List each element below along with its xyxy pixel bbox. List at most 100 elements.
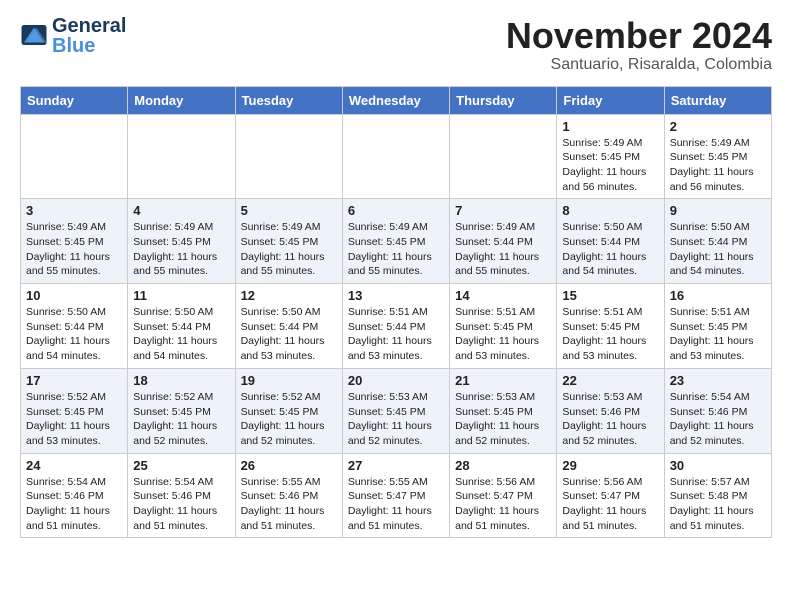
day-info: Sunrise: 5:52 AM Sunset: 5:45 PM Dayligh…: [26, 390, 122, 449]
day-info: Sunrise: 5:53 AM Sunset: 5:45 PM Dayligh…: [455, 390, 551, 449]
day-info: Sunrise: 5:57 AM Sunset: 5:48 PM Dayligh…: [670, 475, 766, 534]
calendar-day-cell: 6 Sunrise: 5:49 AM Sunset: 5:45 PM Daylig…: [342, 199, 449, 284]
calendar-day-cell: 28Sunrise: 5:56 AM Sunset: 5:47 PM Dayli…: [450, 453, 557, 538]
day-info: Sunrise: 5:49 AM Sunset: 5:45 PM Dayligh…: [562, 136, 658, 195]
day-number: 2: [670, 119, 766, 134]
calendar-day-cell: 8 Sunrise: 5:50 AM Sunset: 5:44 PM Daylig…: [557, 199, 664, 284]
calendar-day-cell: 16 Sunrise: 5:51 AM Sunset: 5:45 PM Dayli…: [664, 284, 771, 369]
day-info: Sunrise: 5:51 AM Sunset: 5:44 PM Dayligh…: [348, 305, 444, 364]
calendar-day-cell: 4 Sunrise: 5:49 AM Sunset: 5:45 PM Daylig…: [128, 199, 235, 284]
day-number: 5: [241, 203, 337, 218]
calendar-day-cell: [21, 114, 128, 199]
calendar-day-cell: 19 Sunrise: 5:52 AM Sunset: 5:45 PM Dayli…: [235, 368, 342, 453]
day-info: Sunrise: 5:49 AM Sunset: 5:45 PM Dayligh…: [133, 220, 229, 279]
day-number: 24: [26, 458, 122, 473]
day-info: Sunrise: 5:49 AM Sunset: 5:45 PM Dayligh…: [670, 136, 766, 195]
calendar-day-cell: 12 Sunrise: 5:50 AM Sunset: 5:44 PM Dayli…: [235, 284, 342, 369]
day-number: 14: [455, 288, 551, 303]
day-number: 11: [133, 288, 229, 303]
day-info: Sunrise: 5:55 AM Sunset: 5:46 PM Dayligh…: [241, 475, 337, 534]
calendar-day-cell: 15Sunrise: 5:51 AM Sunset: 5:45 PM Dayli…: [557, 284, 664, 369]
calendar-day-cell: 5 Sunrise: 5:49 AM Sunset: 5:45 PM Daylig…: [235, 199, 342, 284]
calendar-day-cell: 7 Sunrise: 5:49 AM Sunset: 5:44 PM Daylig…: [450, 199, 557, 284]
day-number: 20: [348, 373, 444, 388]
day-info: Sunrise: 5:49 AM Sunset: 5:44 PM Dayligh…: [455, 220, 551, 279]
day-number: 29: [562, 458, 658, 473]
page-subtitle: Santuario, Risaralda, Colombia: [506, 56, 772, 74]
page: General Blue November 2024 Santuario, Ri…: [0, 0, 792, 554]
calendar-day-cell: 26 Sunrise: 5:55 AM Sunset: 5:46 PM Dayli…: [235, 453, 342, 538]
day-info: Sunrise: 5:50 AM Sunset: 5:44 PM Dayligh…: [133, 305, 229, 364]
calendar-day-cell: [235, 114, 342, 199]
calendar-day-cell: 23Sunrise: 5:54 AM Sunset: 5:46 PM Dayli…: [664, 368, 771, 453]
day-number: 18: [133, 373, 229, 388]
logo-blue-text: Blue: [52, 36, 126, 56]
day-info: Sunrise: 5:52 AM Sunset: 5:45 PM Dayligh…: [241, 390, 337, 449]
day-number: 8: [562, 203, 658, 218]
page-title: November 2024: [506, 16, 772, 56]
day-number: 4: [133, 203, 229, 218]
day-number: 23: [670, 373, 766, 388]
day-number: 17: [26, 373, 122, 388]
calendar-day-cell: 25Sunrise: 5:54 AM Sunset: 5:46 PM Dayli…: [128, 453, 235, 538]
day-info: Sunrise: 5:53 AM Sunset: 5:45 PM Dayligh…: [348, 390, 444, 449]
day-number: 15: [562, 288, 658, 303]
calendar-day-cell: 11 Sunrise: 5:50 AM Sunset: 5:44 PM Dayli…: [128, 284, 235, 369]
day-info: Sunrise: 5:50 AM Sunset: 5:44 PM Dayligh…: [241, 305, 337, 364]
logo: General Blue: [20, 16, 126, 56]
calendar-day-cell: [342, 114, 449, 199]
day-info: Sunrise: 5:56 AM Sunset: 5:47 PM Dayligh…: [562, 475, 658, 534]
day-info: Sunrise: 5:49 AM Sunset: 5:45 PM Dayligh…: [348, 220, 444, 279]
calendar-day-cell: 18 Sunrise: 5:52 AM Sunset: 5:45 PM Dayli…: [128, 368, 235, 453]
day-number: 7: [455, 203, 551, 218]
calendar-day-cell: [450, 114, 557, 199]
calendar-day-cell: 3Sunrise: 5:49 AM Sunset: 5:45 PM Daylig…: [21, 199, 128, 284]
calendar-day-cell: 21 Sunrise: 5:53 AM Sunset: 5:45 PM Dayli…: [450, 368, 557, 453]
day-number: 30: [670, 458, 766, 473]
day-info: Sunrise: 5:51 AM Sunset: 5:45 PM Dayligh…: [455, 305, 551, 364]
calendar-day-cell: 13 Sunrise: 5:51 AM Sunset: 5:44 PM Dayli…: [342, 284, 449, 369]
day-number: 16: [670, 288, 766, 303]
header: General Blue November 2024 Santuario, Ri…: [20, 16, 772, 74]
day-number: 3: [26, 203, 122, 218]
calendar-day-cell: 2 Sunrise: 5:49 AM Sunset: 5:45 PM Daylig…: [664, 114, 771, 199]
day-number: 26: [241, 458, 337, 473]
day-number: 6: [348, 203, 444, 218]
title-block: November 2024 Santuario, Risaralda, Colo…: [506, 16, 772, 74]
day-number: 13: [348, 288, 444, 303]
calendar-week-row: 17 Sunrise: 5:52 AM Sunset: 5:45 PM Dayli…: [21, 368, 772, 453]
calendar-day-cell: 22 Sunrise: 5:53 AM Sunset: 5:46 PM Dayli…: [557, 368, 664, 453]
day-number: 9: [670, 203, 766, 218]
calendar-week-row: 10 Sunrise: 5:50 AM Sunset: 5:44 PM Dayli…: [21, 284, 772, 369]
day-info: Sunrise: 5:49 AM Sunset: 5:45 PM Dayligh…: [241, 220, 337, 279]
calendar-week-row: 24Sunrise: 5:54 AM Sunset: 5:46 PM Dayli…: [21, 453, 772, 538]
calendar-col-header: Thursday: [450, 86, 557, 114]
day-info: Sunrise: 5:52 AM Sunset: 5:45 PM Dayligh…: [133, 390, 229, 449]
calendar-day-cell: 20 Sunrise: 5:53 AM Sunset: 5:45 PM Dayli…: [342, 368, 449, 453]
day-info: Sunrise: 5:53 AM Sunset: 5:46 PM Dayligh…: [562, 390, 658, 449]
calendar-day-cell: 1 Sunrise: 5:49 AM Sunset: 5:45 PM Daylig…: [557, 114, 664, 199]
day-number: 19: [241, 373, 337, 388]
day-info: Sunrise: 5:55 AM Sunset: 5:47 PM Dayligh…: [348, 475, 444, 534]
calendar-day-cell: 10Sunrise: 5:50 AM Sunset: 5:44 PM Dayli…: [21, 284, 128, 369]
calendar-day-cell: [128, 114, 235, 199]
calendar-header-row: SundayMondayTuesdayWednesdayThursdayFrid…: [21, 86, 772, 114]
calendar-col-header: Saturday: [664, 86, 771, 114]
day-number: 12: [241, 288, 337, 303]
calendar-day-cell: 29 Sunrise: 5:56 AM Sunset: 5:47 PM Dayli…: [557, 453, 664, 538]
logo-icon: [20, 25, 48, 45]
day-number: 1: [562, 119, 658, 134]
day-number: 28: [455, 458, 551, 473]
day-info: Sunrise: 5:51 AM Sunset: 5:45 PM Dayligh…: [670, 305, 766, 364]
day-number: 22: [562, 373, 658, 388]
day-number: 10: [26, 288, 122, 303]
calendar-col-header: Sunday: [21, 86, 128, 114]
calendar-day-cell: 17 Sunrise: 5:52 AM Sunset: 5:45 PM Dayli…: [21, 368, 128, 453]
calendar-week-row: 3 Sunrise: 5:49 AM Sunset: 5:45 PM Daylig…: [21, 199, 772, 284]
day-number: 21: [455, 373, 551, 388]
logo-name: General Blue: [52, 16, 126, 56]
day-info: Sunrise: 5:50 AM Sunset: 5:44 PM Dayligh…: [562, 220, 658, 279]
logo-general-text: General: [52, 16, 126, 36]
calendar-day-cell: 9Sunrise: 5:50 AM Sunset: 5:44 PM Daylig…: [664, 199, 771, 284]
calendar-col-header: Friday: [557, 86, 664, 114]
